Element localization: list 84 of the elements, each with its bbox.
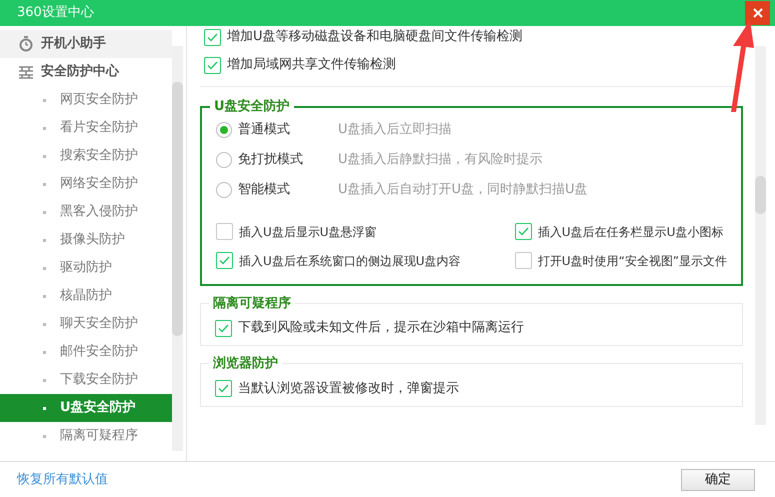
close-button[interactable]	[745, 1, 770, 25]
sidebar-item-label: 下载安全防护	[60, 371, 138, 390]
sidebar-item[interactable]: 黑客入侵防护	[0, 198, 172, 226]
bullet-icon	[43, 210, 46, 214]
bullet-icon	[43, 322, 46, 326]
wall-icon	[19, 66, 33, 78]
bullet-icon	[43, 294, 46, 298]
section-title: U盘安全防护	[213, 98, 291, 116]
section-title: 隔离可疑程序	[212, 294, 292, 312]
mode-description: U盘插入后自动打开U盘，同时静默扫描U盘	[338, 180, 588, 199]
mode-label: 普通模式	[238, 120, 290, 139]
checkmark-icon	[207, 60, 218, 70]
sidebar-group-label: 开机小助手	[41, 34, 106, 54]
sidebar-item-label: 黑客入侵防护	[60, 203, 138, 222]
close-icon	[752, 8, 762, 18]
checkbox[interactable]	[204, 28, 221, 46]
sidebar-item-label: 搜索安全防护	[60, 147, 138, 166]
sidebar-item[interactable]: 下载安全防护	[0, 366, 172, 394]
bullet-icon	[43, 378, 46, 382]
checkbox[interactable]	[215, 380, 232, 397]
option-label: 下载到风险或未知文件后，提示在沙箱中隔离运行	[238, 319, 524, 338]
sidebar-group[interactable]: 安全防护中心	[0, 58, 172, 86]
bullet-icon	[43, 434, 46, 438]
mode-label: 智能模式	[238, 180, 290, 199]
section-title: 浏览器防护	[212, 354, 279, 373]
option-label: 插入U盘后显示U盘悬浮窗	[239, 224, 377, 240]
sidebar-item-label: U盘安全防护	[60, 398, 136, 418]
sidebar-item-label: 隔离可疑程序	[60, 427, 138, 446]
sidebar-item[interactable]: 看片安全防护	[0, 114, 172, 142]
sidebar-item-label: 网络安全防护	[60, 175, 138, 194]
radio-button[interactable]	[216, 152, 232, 168]
bullet-icon	[43, 266, 46, 270]
sidebar-item[interactable]: 网页安全防护	[0, 86, 172, 114]
mode-label: 免打扰模式	[238, 150, 303, 169]
bullet-icon	[43, 406, 46, 410]
mode-description: U盘插入后静默扫描，有风险时提示	[338, 150, 543, 169]
sidebar-item[interactable]: 驱动防护	[0, 254, 172, 282]
checkmark-icon	[207, 32, 218, 42]
checkbox[interactable]	[216, 252, 233, 269]
option-label: 增加U盘等移动磁盘设备和电脑硬盘间文件传输检测	[227, 28, 523, 46]
sidebar-item[interactable]: 摄像头防护	[0, 226, 172, 254]
restore-defaults-link[interactable]: 恢复所有默认值	[17, 470, 108, 490]
bullet-icon	[43, 182, 46, 186]
sidebar-group-label: 安全防护中心	[41, 62, 119, 82]
sidebar-item-label: 邮件安全防护	[60, 343, 138, 362]
checkbox[interactable]	[514, 252, 532, 269]
bullet-icon	[43, 350, 46, 354]
window-title: 360设置中心	[16, 4, 94, 22]
checkbox[interactable]	[514, 223, 532, 240]
checkbox[interactable]	[216, 223, 233, 240]
option-label: 增加局域网共享文件传输检测	[227, 56, 396, 74]
bullet-icon	[43, 126, 46, 130]
sidebar-item-label: 网页安全防护	[60, 91, 138, 110]
bullet-icon	[43, 238, 46, 242]
checkmark-icon	[518, 227, 529, 236]
checkmark-icon	[219, 256, 230, 265]
sidebar-item[interactable]: U盘安全防护	[0, 394, 172, 422]
sidebar-item[interactable]: 搜索安全防护	[0, 142, 172, 170]
sidebar-item-label: 看片安全防护	[60, 119, 138, 138]
ok-button[interactable]: 确定	[681, 468, 755, 490]
sidebar-item-label: 驱动防护	[60, 259, 112, 278]
checkbox[interactable]	[215, 320, 232, 336]
sidebar-item[interactable]: 隔离可疑程序	[0, 422, 172, 450]
sidebar-group[interactable]: 开机小助手	[0, 30, 172, 58]
sidebar-item-label: 核晶防护	[60, 287, 112, 306]
sidebar-item[interactable]: 聊天安全防护	[0, 310, 172, 338]
sidebar-item[interactable]: 网络安全防护	[0, 170, 172, 198]
mode-description: U盘插入后立即扫描	[338, 120, 452, 139]
sidebar-item[interactable]: 邮件安全防护	[0, 338, 172, 366]
checkbox[interactable]	[204, 56, 221, 74]
checkmark-icon	[218, 324, 229, 332]
bullet-icon	[43, 98, 46, 102]
sidebar-item[interactable]: 核晶防护	[0, 282, 172, 310]
radio-button[interactable]	[216, 182, 232, 198]
checkmark-icon	[218, 384, 229, 393]
stopwatch-icon	[19, 36, 33, 52]
radio-button[interactable]	[216, 122, 232, 138]
sidebar-item-label: 聊天安全防护	[60, 315, 138, 334]
option-label: 打开U盘时使用“安全视图”显示文件	[538, 252, 727, 270]
bullet-icon	[43, 154, 46, 158]
sidebar-item-label: 摄像头防护	[60, 231, 125, 250]
option-label: 当默认浏览器设置被修改时，弹窗提示	[238, 380, 459, 398]
option-label: 插入U盘后在任务栏显示U盘小图标	[538, 224, 724, 240]
option-label: 插入U盘后在系统窗口的侧边展现U盘内容	[239, 252, 461, 270]
